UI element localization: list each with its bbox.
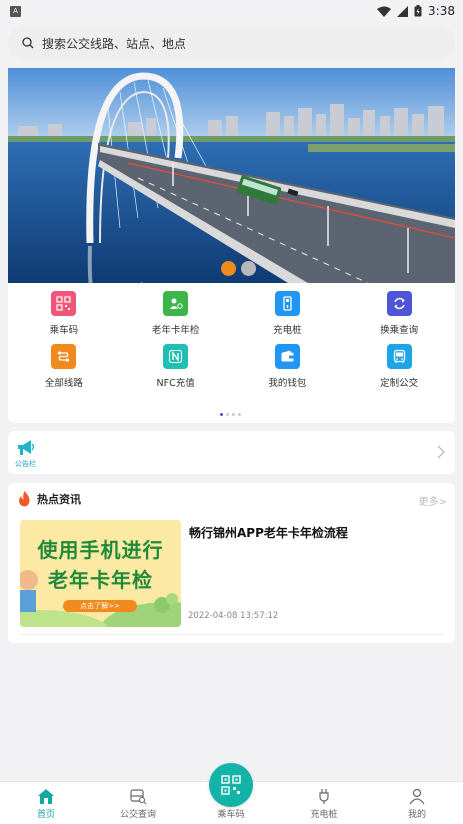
tab-home[interactable]: 首页 — [0, 782, 92, 824]
battery-icon — [414, 5, 422, 17]
search-bar[interactable]: 搜索公交线路、站点、地点 — [8, 26, 455, 60]
custom-bus-icon — [386, 344, 412, 369]
qr-bus-icon — [51, 291, 77, 316]
qr-code-icon — [221, 775, 241, 795]
home-icon — [38, 789, 54, 804]
tab-mine[interactable]: 我的 — [371, 782, 463, 824]
menu-item-wallet[interactable]: 我的钱包 — [232, 344, 344, 389]
plug-icon — [319, 789, 329, 804]
all-routes-icon — [51, 344, 77, 369]
menu-item-label: 乘车码 — [49, 325, 79, 336]
flame-icon — [19, 491, 30, 507]
quick-menu: 乘车码 老年卡年检 充电桩 换乘查询 全部线路 NFC充值 我的钱包 定制公交 — [8, 283, 455, 423]
menu-item-custom-bus[interactable]: 定制公交 — [343, 344, 455, 389]
tab-label: 首页 — [36, 810, 55, 820]
hot-news-section: 热点资讯 更多> 使用手机进行 老年卡年检 点击了解>> 畅行锦州APP老年卡年… — [8, 483, 455, 643]
menu-item-charging[interactable]: 充电桩 — [232, 291, 344, 336]
banner-carousel[interactable] — [8, 68, 455, 283]
clock: 3:38 — [428, 4, 455, 18]
search-placeholder: 搜索公交线路、站点、地点 — [42, 36, 187, 51]
user-icon — [409, 788, 425, 805]
transfer-icon — [386, 291, 412, 316]
menu-item-label: 老年卡年检 — [151, 325, 200, 336]
page-dot-active — [220, 413, 223, 416]
menu-item-transfer[interactable]: 换乘查询 — [343, 291, 455, 336]
banner-image — [8, 68, 455, 283]
tab-label: 乘车码 — [217, 810, 245, 820]
menu-item-senior-card[interactable]: 老年卡年检 — [120, 291, 232, 336]
wallet-icon — [274, 344, 300, 369]
page-dot — [232, 413, 235, 416]
tab-bus-search[interactable]: 公交查询 — [92, 782, 184, 824]
menu-item-label: NFC充值 — [156, 378, 195, 389]
search-icon — [22, 37, 34, 49]
chevron-right-icon — [437, 445, 445, 459]
tab-label: 公交查询 — [119, 810, 156, 820]
menu-page-indicator — [220, 413, 241, 416]
thumbnail-headline-1: 使用手机进行 — [37, 538, 164, 562]
app-notification-icon: A — [10, 5, 21, 17]
notice-bar[interactable]: 公告栏 — [8, 431, 455, 474]
page-dot — [226, 413, 229, 416]
tab-label: 我的 — [407, 810, 426, 820]
carousel-dot[interactable] — [241, 261, 256, 276]
bus-search-icon — [130, 789, 147, 805]
charging-pile-icon — [274, 291, 300, 316]
news-header: 热点资讯 — [18, 491, 81, 507]
senior-card-icon — [163, 291, 189, 316]
menu-item-label: 全部线路 — [44, 378, 83, 389]
carousel-dot-active[interactable] — [221, 261, 236, 276]
menu-item-ride-code[interactable]: 乘车码 — [8, 291, 120, 336]
nfc-icon — [163, 344, 189, 369]
page-dot — [238, 413, 241, 416]
thumbnail-headline-2: 老年卡年检 — [48, 568, 153, 592]
menu-item-label: 充电桩 — [273, 325, 302, 336]
thumbnail-learn-more: 点击了解>> — [63, 600, 137, 612]
status-bar: A 3:38 — [0, 0, 463, 22]
megaphone-icon — [18, 440, 35, 455]
tab-label: 充电桩 — [310, 810, 338, 820]
wifi-icon — [377, 6, 392, 17]
news-section-title: 热点资讯 — [37, 493, 81, 506]
signal-icon — [397, 5, 409, 17]
news-item-date: 2022-04-08 13:57:12 — [188, 611, 279, 621]
tab-charging[interactable]: 充电桩 — [278, 782, 370, 824]
ride-code-fab[interactable] — [209, 763, 253, 807]
news-more-link[interactable]: 更多> — [419, 493, 447, 508]
menu-item-label: 我的钱包 — [268, 378, 307, 389]
menu-item-all-routes[interactable]: 全部线路 — [8, 344, 120, 389]
notice-label: 公告栏 — [15, 460, 36, 468]
menu-item-label: 定制公交 — [380, 378, 419, 389]
menu-item-label: 换乘查询 — [380, 325, 419, 336]
divider — [20, 634, 443, 635]
news-item-title[interactable]: 畅行锦州APP老年卡年检流程 — [189, 524, 348, 541]
news-thumbnail[interactable]: 使用手机进行 老年卡年检 点击了解>> — [20, 520, 181, 627]
menu-item-nfc[interactable]: NFC充值 — [120, 344, 232, 389]
